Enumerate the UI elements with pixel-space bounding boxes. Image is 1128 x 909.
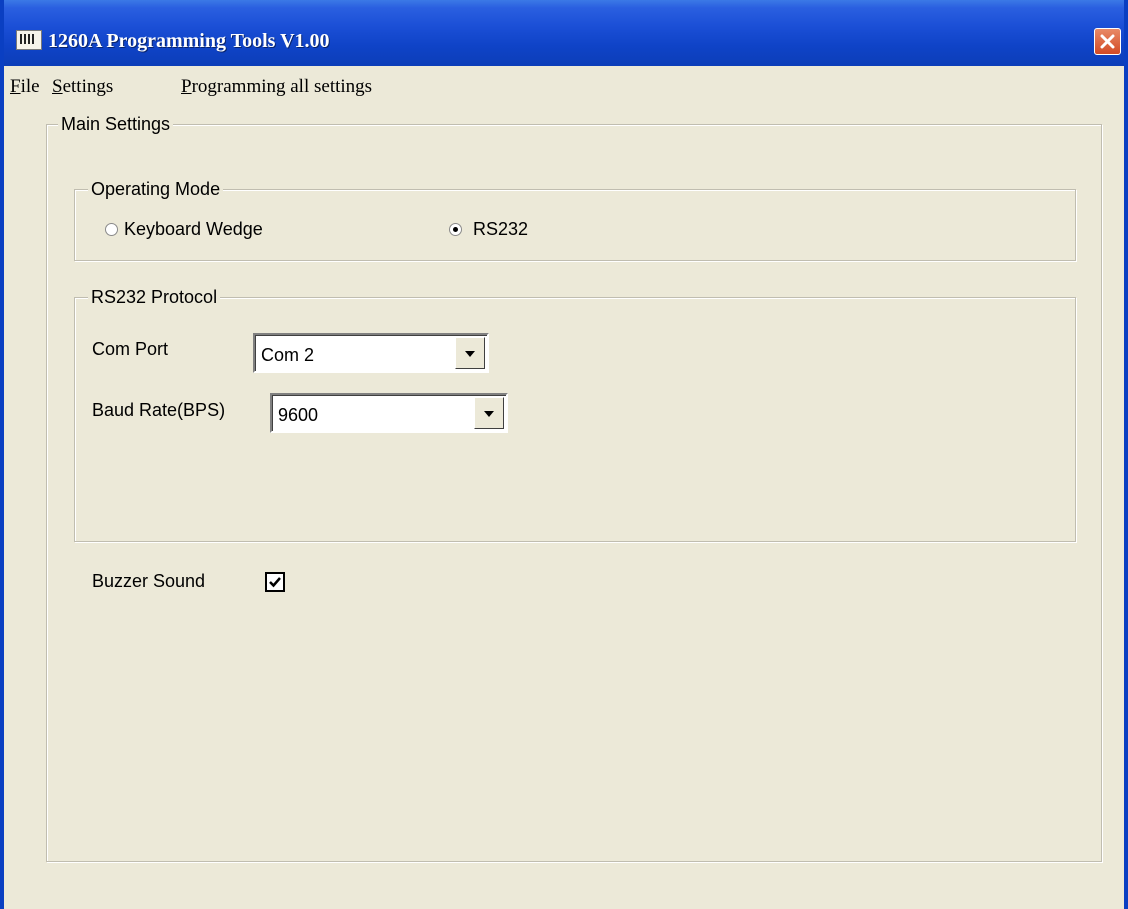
chevron-down-icon[interactable]: [455, 337, 485, 369]
rs232-protocol-legend: RS232 Protocol: [88, 287, 221, 307]
menu-settings[interactable]: Settings: [52, 76, 113, 98]
title-bar[interactable]: 1260A Programming Tools V1.00: [0, 0, 1128, 66]
window-title: 1260A Programming Tools V1.00: [48, 30, 330, 52]
chevron-down-icon[interactable]: [474, 397, 504, 429]
keyboard-wedge-radio[interactable]: [105, 223, 118, 236]
buzzer-sound-checkbox[interactable]: [265, 572, 285, 592]
window-border-right: [1124, 0, 1128, 909]
menu-programming-all-settings[interactable]: Programming all settings: [181, 76, 372, 98]
menu-file[interactable]: File: [10, 76, 40, 98]
checkmark-icon: [269, 577, 281, 588]
com-port-value: Com 2: [261, 345, 315, 365]
menu-bar: File Settings Programming all settings: [4, 66, 1124, 102]
buzzer-sound-label: Buzzer Sound: [92, 571, 206, 591]
rs232-label[interactable]: RS232: [473, 219, 528, 239]
close-icon: [1100, 34, 1115, 49]
com-port-select[interactable]: Com 2: [253, 333, 489, 373]
keyboard-wedge-label[interactable]: Keyboard Wedge: [124, 219, 263, 239]
close-button[interactable]: [1094, 28, 1121, 55]
app-icon: [16, 30, 42, 50]
baud-rate-label: Baud Rate(BPS): [92, 400, 226, 420]
baud-rate-value: 9600: [278, 405, 319, 425]
window-border-left: [0, 0, 4, 909]
com-port-label: Com Port: [92, 339, 169, 359]
rs232-radio[interactable]: [449, 223, 462, 236]
baud-rate-select[interactable]: 9600: [270, 393, 508, 433]
main-settings-legend: Main Settings: [58, 114, 174, 134]
operating-mode-legend: Operating Mode: [88, 179, 224, 199]
app-window: 1260A Programming Tools V1.00 File Setti…: [0, 0, 1128, 909]
